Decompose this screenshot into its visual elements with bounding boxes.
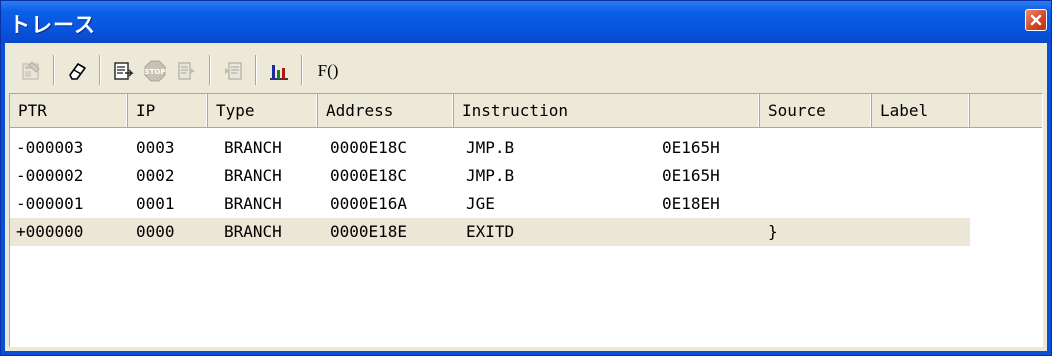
- ptr-cell: -000001: [16, 194, 84, 213]
- ptr-cell: +000000: [16, 222, 84, 241]
- type-cell: BRANCH: [224, 222, 282, 241]
- column-header-type[interactable]: Type: [208, 94, 318, 127]
- properties-button[interactable]: [17, 57, 45, 85]
- toolbar-separator: [99, 55, 101, 85]
- close-icon: [1030, 14, 1042, 26]
- stop-icon: STOP: [144, 60, 166, 82]
- mnemonic-cell: EXITD: [466, 222, 515, 241]
- column-header-source[interactable]: Source: [760, 94, 872, 127]
- column-label: Instruction: [462, 101, 568, 120]
- toolbar-separator: [255, 55, 257, 85]
- column-label: Type: [216, 101, 255, 120]
- window-title: トレース: [9, 13, 96, 37]
- column-header-ptr[interactable]: PTR: [10, 94, 128, 127]
- column-header-ip[interactable]: IP: [128, 94, 208, 127]
- properties-icon: [22, 61, 40, 80]
- column-header-address[interactable]: Address: [318, 94, 454, 127]
- type-cell: BRANCH: [224, 166, 282, 185]
- table-row[interactable]: -000002 0002 BRANCH 0000E18C JMP.B 0E165…: [10, 162, 970, 190]
- column-label: Source: [768, 101, 826, 120]
- source-cell: }: [768, 222, 778, 241]
- statistics-button[interactable]: [265, 57, 293, 85]
- column-header: PTR IP Type Address Instruction Source L…: [10, 94, 1042, 128]
- ptr-cell: -000002: [16, 166, 84, 185]
- function-button[interactable]: F(): [311, 57, 345, 85]
- mnemonic-cell: JMP.B: [466, 138, 515, 157]
- operand-cell: 0E18EH: [662, 194, 720, 213]
- ip-cell: 0001: [136, 194, 175, 213]
- stop-button[interactable]: STOP: [141, 57, 169, 85]
- title-bar[interactable]: トレース: [1, 1, 1051, 43]
- address-cell: 0000E18C: [330, 138, 408, 157]
- column-header-instruction[interactable]: Instruction: [454, 94, 760, 127]
- close-button[interactable]: [1025, 9, 1047, 31]
- function-button-label: F(): [317, 61, 339, 80]
- column-label: IP: [136, 101, 156, 120]
- restart-button[interactable]: [173, 57, 201, 85]
- table-row-selected[interactable]: +000000 0000 BRANCH 0000E18E EXITD }: [10, 218, 970, 246]
- client-area: STOP F() PTR IP Type Address Instruction…: [5, 43, 1047, 351]
- toolbar-separator: [53, 55, 55, 85]
- address-cell: 0000E18C: [330, 166, 408, 185]
- type-cell: BRANCH: [224, 194, 282, 213]
- column-label: Label: [880, 101, 929, 120]
- trace-list[interactable]: PTR IP Type Address Instruction Source L…: [9, 93, 1043, 347]
- clear-button[interactable]: [63, 57, 91, 85]
- jump-button[interactable]: [219, 57, 247, 85]
- eraser-icon: [69, 63, 86, 80]
- toolbar-separator: [209, 55, 211, 85]
- mnemonic-cell: JGE: [466, 194, 495, 213]
- ip-cell: 0000: [136, 222, 175, 241]
- ptr-cell: -000003: [16, 138, 84, 157]
- column-label: PTR: [18, 101, 47, 120]
- trace-window: トレース STOP F() PTR IP Type Address Instru…: [0, 0, 1052, 356]
- trace-button[interactable]: [109, 57, 137, 85]
- address-cell: 0000E18E: [330, 222, 408, 241]
- address-cell: 0000E16A: [330, 194, 408, 213]
- trace-window-icon: [114, 62, 134, 80]
- operand-cell: 0E165H: [662, 138, 720, 157]
- toolbar: STOP F(): [9, 49, 1043, 91]
- mnemonic-cell: JMP.B: [466, 166, 515, 185]
- operand-cell: 0E165H: [662, 166, 720, 185]
- type-cell: BRANCH: [224, 138, 282, 157]
- column-label: Address: [326, 101, 394, 120]
- svg-text:STOP: STOP: [145, 68, 166, 76]
- bar-chart-icon: [270, 65, 288, 80]
- jump-icon: [225, 62, 242, 80]
- column-header-label[interactable]: Label: [872, 94, 970, 127]
- toolbar-separator: [301, 55, 303, 85]
- table-row[interactable]: -000001 0001 BRANCH 0000E16A JGE 0E18EH: [10, 190, 970, 218]
- table-row[interactable]: -000003 0003 BRANCH 0000E18C JMP.B 0E165…: [10, 134, 970, 162]
- restart-icon: [178, 62, 195, 80]
- ip-cell: 0002: [136, 166, 175, 185]
- ip-cell: 0003: [136, 138, 175, 157]
